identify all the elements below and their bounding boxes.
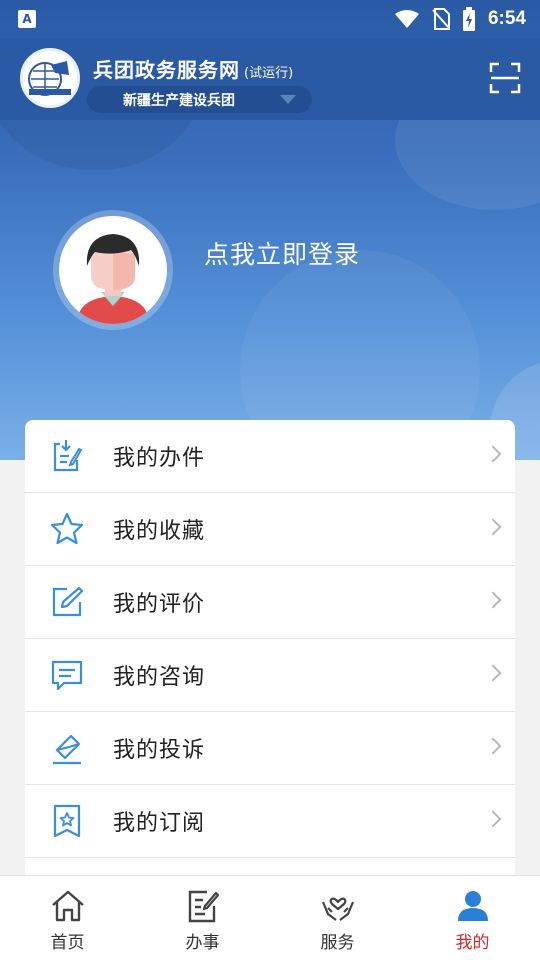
chevron-right-icon	[484, 445, 502, 463]
bookmark-star-icon	[53, 804, 81, 838]
login-prompt[interactable]: 点我立即登录	[204, 235, 360, 271]
status-bar: A 6:54	[0, 0, 540, 38]
menu-card: 我的办件 我的收藏 我的评价 我的咨询 我的投诉 我的订阅	[25, 420, 515, 890]
menu-item-label: 我的评价	[113, 592, 206, 617]
app-title-text: 兵团政务服务网	[93, 58, 240, 82]
wifi-icon	[394, 10, 419, 28]
menu-item-my-cases[interactable]: 我的办件	[25, 420, 515, 493]
app-logo	[20, 48, 80, 108]
tab-mine[interactable]: 我的	[405, 876, 540, 960]
service-hands-icon	[321, 897, 354, 921]
region-select-value: 新疆生产建设兵团	[123, 92, 235, 109]
tab-tasks[interactable]: 办事	[135, 876, 270, 960]
tab-label: 办事	[185, 933, 220, 953]
app-header: 兵团政务服务网 (试运行) 新疆生产建设兵团	[0, 38, 540, 120]
profile-section[interactable]: 点我立即登录	[0, 120, 540, 420]
menu-item-my-inquiries[interactable]: 我的咨询	[25, 639, 515, 712]
tab-label: 服务	[320, 933, 355, 953]
chevron-right-icon	[484, 737, 502, 755]
complaint-icon	[53, 734, 81, 765]
tab-label: 首页	[50, 933, 85, 953]
tab-home[interactable]: 首页	[0, 876, 135, 960]
menu-item-label: 我的办件	[113, 446, 206, 471]
menu-item-my-subscriptions[interactable]: 我的订阅	[25, 785, 515, 858]
chevron-right-icon	[484, 518, 502, 536]
chat-bubble-icon	[51, 660, 83, 691]
app-title: 兵团政务服务网 (试运行)	[93, 54, 293, 83]
home-icon	[51, 890, 84, 922]
menu-item-my-reviews[interactable]: 我的评价	[25, 566, 515, 639]
document-edit-icon	[53, 440, 83, 472]
chevron-right-icon	[484, 810, 502, 828]
edit-pen-icon	[52, 586, 84, 617]
battery-icon	[462, 7, 475, 31]
chevron-right-icon	[484, 664, 502, 682]
menu-item-label: 我的咨询	[113, 665, 206, 690]
tab-services[interactable]: 服务	[270, 876, 405, 960]
avatar[interactable]	[59, 216, 167, 324]
no-sim-icon	[432, 8, 450, 30]
tab-label: 我的	[455, 933, 490, 953]
star-icon	[50, 512, 84, 545]
dropdown-caret-icon	[280, 95, 296, 104]
chevron-right-icon	[484, 591, 502, 609]
user-icon	[457, 891, 488, 921]
menu-item-label: 我的收藏	[113, 519, 206, 544]
clock: 6:54	[487, 8, 526, 29]
task-icon	[188, 890, 219, 923]
menu-item-label: 我的投诉	[113, 738, 206, 763]
avatar-ring[interactable]	[53, 210, 173, 330]
app-subtitle: (试运行)	[244, 66, 294, 81]
bottom-tab-bar: 首页 办事 服务 我的	[0, 875, 540, 960]
menu-item-my-favorites[interactable]: 我的收藏	[25, 493, 515, 566]
scan-icon[interactable]	[489, 62, 521, 94]
region-select[interactable]: 新疆生产建设兵团	[87, 86, 312, 113]
notification-icon: A	[18, 10, 36, 28]
menu-item-my-complaints[interactable]: 我的投诉	[25, 712, 515, 785]
menu-item-label: 我的订阅	[113, 811, 206, 836]
